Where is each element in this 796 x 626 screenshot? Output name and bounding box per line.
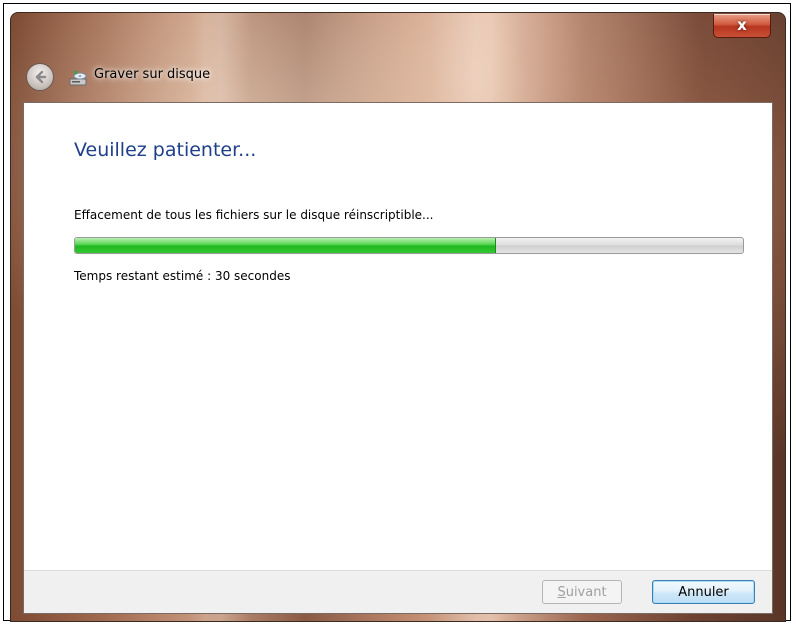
window-title: Graver sur disque — [94, 67, 211, 82]
status-text: Effacement de tous les fichiers sur le d… — [74, 208, 434, 222]
next-button[interactable]: Suivant — [542, 580, 622, 604]
burn-disc-window: x Graver sur disque Veuillez patienter..… — [10, 12, 786, 622]
next-button-label: uivant — [565, 584, 607, 600]
progress-bar — [74, 237, 744, 254]
back-button[interactable] — [26, 63, 54, 91]
next-button-mnemonic: S — [557, 584, 566, 600]
screen: x Graver sur disque Veuillez patienter..… — [0, 0, 796, 626]
page-title: Veuillez patienter... — [74, 139, 257, 161]
title-bar: x Graver sur disque — [11, 13, 785, 101]
disc-burner-icon — [69, 70, 87, 86]
close-button[interactable]: x — [713, 14, 771, 38]
time-remaining-text: Temps restant estimé : 30 secondes — [74, 269, 291, 283]
wizard-footer: Suivant Annuler — [24, 570, 772, 613]
cancel-button[interactable]: Annuler — [652, 580, 755, 604]
back-arrow-icon — [35, 70, 47, 84]
wizard-content: Veuillez patienter... Effacement de tous… — [23, 102, 773, 614]
close-icon: x — [737, 16, 747, 34]
progress-fill — [75, 238, 496, 253]
